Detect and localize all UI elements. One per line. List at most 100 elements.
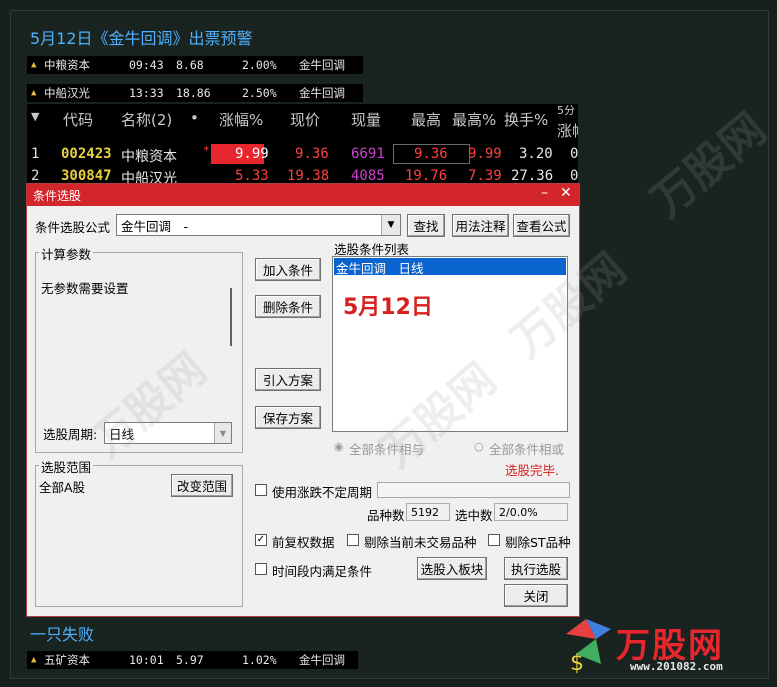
alert-row[interactable]: ▲ 中粮资本 09:43 8.68 2.00% 金牛回调	[27, 56, 363, 74]
timerange-checkbox[interactable]	[255, 563, 267, 575]
row-index: 2	[31, 168, 40, 184]
import-scheme-button[interactable]: 引入方案	[255, 368, 321, 391]
alert-time: 10:01	[129, 653, 164, 667]
alert-name: 中粮资本	[44, 58, 90, 72]
table-row[interactable]: 1 002423 中粮资本 * 9.99 9.36 6691 9.36 9.99…	[27, 144, 578, 166]
col-name[interactable]: 名称(2)	[121, 109, 172, 130]
alert-pct: 1.02%	[242, 653, 277, 667]
row-turnover: 27.36	[511, 168, 554, 184]
alert-pct: 2.50%	[242, 86, 277, 100]
find-button[interactable]: 查找	[407, 214, 445, 237]
range-group-title: 选股范围	[39, 457, 94, 476]
row-mark: *	[203, 144, 210, 157]
change-range-button[interactable]: 改变范围	[171, 474, 233, 497]
to-block-button[interactable]: 选股入板块	[417, 557, 487, 580]
sort-arrow-icon[interactable]: ▼	[31, 110, 39, 123]
params-scrollbar[interactable]	[230, 288, 232, 346]
alert-price: 5.97	[176, 653, 204, 667]
radio-or-icon[interactable]: ○	[474, 440, 484, 453]
row-high-pct: 9.99	[468, 146, 502, 162]
alert-formula: 金牛回调	[299, 58, 345, 72]
quote-table: ▼ 代码 名称(2) • 涨幅% 现价 现量 最高 最高% 换手% 5分 涨幅 …	[27, 104, 578, 186]
alert-formula: 金牛回调	[299, 86, 345, 100]
row-index: 1	[31, 146, 40, 162]
formula-value: 金牛回调 -	[121, 218, 189, 234]
col-volume[interactable]: 现量	[351, 109, 381, 130]
row-change: 9.99	[235, 146, 269, 162]
range-value: 全部A股	[39, 480, 86, 495]
alert-name: 五矿资本	[44, 653, 90, 667]
row-price: 19.38	[287, 168, 330, 184]
col-high-pct[interactable]: 最高%	[452, 109, 496, 130]
col-turnover[interactable]: 换手%	[504, 109, 548, 130]
alert-row[interactable]: ▲ 中船汉光 13:33 18.86 2.50% 金牛回调	[27, 84, 363, 102]
selected-label: 选中数	[455, 508, 493, 523]
col-change[interactable]: 涨幅%	[219, 109, 263, 130]
bell-icon: ▲	[31, 88, 37, 98]
status-text: 选股完毕.	[505, 463, 559, 478]
view-formula-button[interactable]: 查看公式	[513, 214, 570, 237]
add-condition-button[interactable]: 加入条件	[255, 258, 321, 281]
save-scheme-button[interactable]: 保存方案	[255, 406, 321, 429]
selected-field: 2/0.0%	[494, 503, 568, 521]
dialog-titlebar[interactable]: 条件选股 – ✕	[27, 184, 579, 206]
close-button[interactable]: 关闭	[504, 584, 568, 607]
exclude-st-label: 剔除ST品种	[505, 535, 571, 550]
period-select[interactable]: 日线 ▼	[104, 422, 232, 444]
row-code: 300847	[61, 168, 112, 184]
period-label: 选股周期:	[43, 427, 98, 442]
row-last: 0	[570, 168, 578, 184]
row-turnover: 3.20	[519, 146, 553, 162]
exclude-unlisted-label: 剔除当前未交易品种	[364, 535, 477, 550]
bell-icon: ▲	[31, 655, 37, 665]
alert-formula: 金牛回调	[299, 653, 345, 667]
chevron-down-icon[interactable]: ▼	[214, 423, 231, 443]
row-high: 19.76	[405, 168, 448, 184]
condition-select-dialog: 条件选股 – ✕ 条件选股公式 金牛回调 - ▼ 查找 用法注释 查看公式 计算…	[26, 183, 580, 617]
count-label: 品种数	[367, 508, 405, 523]
count-value: 5192	[411, 505, 439, 519]
chevron-down-icon[interactable]: ▼	[381, 215, 400, 235]
exclude-st-checkbox[interactable]	[488, 534, 500, 546]
row-high: 9.36	[414, 146, 448, 162]
alert-time: 09:43	[129, 58, 164, 72]
usage-notes-button[interactable]: 用法注释	[452, 214, 509, 237]
col-high[interactable]: 最高	[411, 109, 441, 130]
dialog-title: 条件选股	[33, 189, 82, 203]
section-title: 一只失败	[30, 625, 95, 644]
period-value: 日线	[109, 426, 135, 442]
row-name: 中粮资本	[121, 149, 177, 165]
close-icon[interactable]: ✕	[560, 185, 572, 201]
row-volume: 4085	[351, 168, 385, 184]
col-5min-sub[interactable]: 涨幅	[557, 120, 578, 141]
minimize-icon[interactable]: –	[541, 185, 548, 201]
formula-select[interactable]: 金牛回调 - ▼	[116, 214, 401, 236]
row-price: 9.36	[295, 146, 329, 162]
row-volume: 6691	[351, 146, 385, 162]
col-mark[interactable]: •	[190, 109, 199, 127]
timerange-label: 时间段内满足条件	[272, 564, 373, 579]
delete-condition-button[interactable]: 删除条件	[255, 295, 321, 318]
uncertain-period-checkbox[interactable]	[255, 484, 267, 496]
row-code: 002423	[61, 146, 112, 162]
col-price[interactable]: 现价	[290, 109, 320, 130]
or-label: 全部条件相或	[489, 442, 565, 457]
condition-list[interactable]: 金牛回调 日线 5月12日	[332, 256, 568, 432]
col-code[interactable]: 代码	[63, 109, 93, 130]
run-selection-button[interactable]: 执行选股	[504, 557, 568, 580]
table-header: ▼ 代码 名称(2) • 涨幅% 现价 现量 最高 最高% 换手% 5分 涨幅	[27, 104, 578, 140]
prefq-checkbox[interactable]: ✓	[255, 534, 267, 546]
alert-row[interactable]: ▲ 五矿资本 10:01 5.97 1.02% 金牛回调	[27, 651, 358, 669]
params-text: 无参数需要设置	[41, 281, 129, 296]
formula-label: 条件选股公式	[35, 220, 111, 235]
exclude-unlisted-checkbox[interactable]	[347, 534, 359, 546]
count-field: 5192	[406, 503, 450, 521]
col-5min[interactable]: 5分	[557, 104, 575, 118]
progress-bar	[377, 482, 570, 498]
brand-logo: $ 万股网 www.201082.com	[556, 614, 766, 676]
condition-list-item[interactable]: 金牛回调 日线	[334, 258, 566, 276]
params-group-title: 计算参数	[39, 244, 94, 263]
radio-and-icon[interactable]: ◉	[334, 440, 344, 453]
alert-price: 18.86	[176, 86, 211, 100]
prefq-label: 前复权数据	[272, 535, 335, 550]
